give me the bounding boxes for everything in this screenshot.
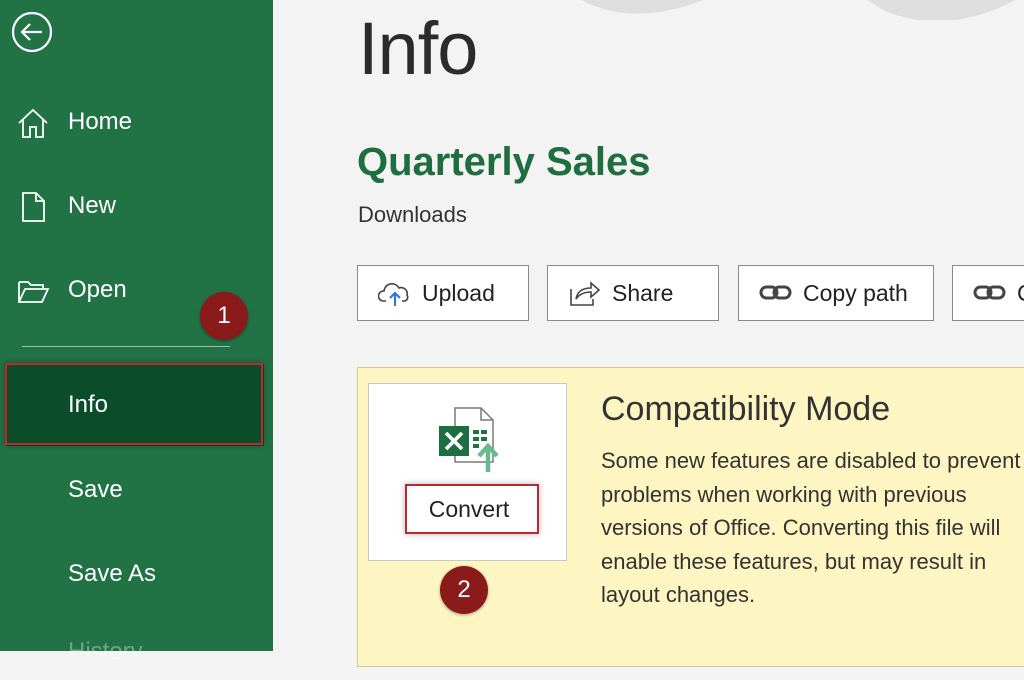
upload-label: Upload <box>422 279 495 306</box>
sidebar-item-label: Open <box>68 276 127 303</box>
sidebar-item-label: Save As <box>68 560 157 587</box>
compatibility-description: Some new features are disabled to preven… <box>601 448 1021 607</box>
info-pane: Info Quarterly Sales Downloads Upload Sh… <box>273 0 1024 667</box>
cloud-upload-icon <box>378 283 409 306</box>
convert-label: Convert <box>428 495 510 522</box>
document-location: Downloads <box>358 202 467 227</box>
header-decoration <box>581 0 1016 20</box>
copy-link-button[interactable]: C <box>952 265 1024 321</box>
share-button[interactable]: Share <box>547 265 719 321</box>
upload-button[interactable]: Upload <box>357 265 529 321</box>
sidebar-item-label: History <box>68 638 143 665</box>
link-icon <box>759 285 792 300</box>
share-label: Share <box>612 279 674 306</box>
back-button[interactable] <box>9 9 55 55</box>
excel-convert-icon <box>439 407 499 472</box>
copy-path-button[interactable]: Copy path <box>738 265 934 321</box>
page-title: Info <box>358 7 478 90</box>
sidebar-item-label: Save <box>68 476 123 503</box>
back-arrow-icon <box>11 11 53 53</box>
sidebar-item-info[interactable]: Info <box>6 364 264 446</box>
home-icon <box>18 108 48 138</box>
sidebar-divider <box>22 346 230 347</box>
sidebar-item-history[interactable]: History <box>0 624 273 680</box>
link-icon <box>973 285 1006 300</box>
compatibility-title: Compatibility Mode <box>601 390 891 428</box>
sidebar-item-home[interactable]: Home <box>0 94 273 150</box>
step-badge-1: 1 <box>200 292 248 340</box>
sidebar-item-save[interactable]: Save <box>0 462 273 518</box>
sidebar-item-label: Home <box>68 108 133 135</box>
folder-open-icon <box>18 281 50 303</box>
copy-link-label: C <box>1017 280 1024 307</box>
backstage-sidebar: Home New Open Info Save Save As History … <box>0 0 273 665</box>
sidebar-item-label: Info <box>68 391 109 418</box>
new-document-icon <box>22 192 45 222</box>
sidebar-item-label: New <box>68 192 117 219</box>
share-icon <box>570 281 601 306</box>
convert-button[interactable]: Convert <box>368 383 567 561</box>
compatibility-mode-panel: Convert Compatibility Mode Some new feat… <box>357 367 1024 667</box>
copy-path-label: Copy path <box>803 279 908 306</box>
sidebar-item-save-as[interactable]: Save As <box>0 546 273 602</box>
sidebar-item-new[interactable]: New <box>0 178 273 234</box>
document-name: Quarterly Sales <box>357 140 651 184</box>
step-badge-2: 2 <box>440 566 488 614</box>
